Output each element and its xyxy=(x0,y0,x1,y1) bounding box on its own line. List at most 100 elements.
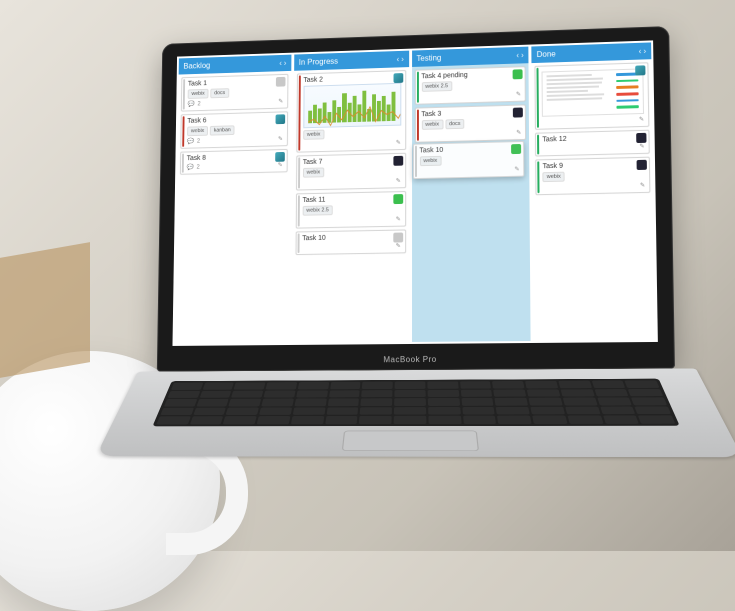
kanban-card[interactable]: Task 7webix xyxy=(296,153,406,191)
edit-icon[interactable] xyxy=(396,139,401,146)
avatar[interactable] xyxy=(393,73,403,83)
avatar[interactable] xyxy=(275,114,285,124)
keyboard-key xyxy=(164,399,197,406)
chevron-right-icon[interactable]: › xyxy=(521,51,524,60)
kanban-card[interactable]: Task 4 pendingwebix 2.5 xyxy=(415,66,527,105)
tag[interactable]: webix 2.5 xyxy=(302,205,332,215)
avatar[interactable] xyxy=(513,69,523,79)
column-body[interactable]: Task 12 Task 9webix xyxy=(532,59,656,341)
chevron-right-icon[interactable]: › xyxy=(401,55,404,64)
chevron-left-icon[interactable]: ‹ xyxy=(397,55,400,64)
avatar[interactable] xyxy=(511,144,521,154)
tag[interactable]: webix xyxy=(543,172,565,182)
kanban-card[interactable]: Task 10 webix xyxy=(413,141,525,179)
kanban-card[interactable]: Task 3webixdocs xyxy=(415,104,527,142)
chevron-left-icon[interactable]: ‹ xyxy=(279,59,282,68)
tag[interactable]: kanban xyxy=(210,125,235,135)
keyboard-key xyxy=(190,416,224,424)
keyboard-key xyxy=(296,390,328,397)
column-body[interactable]: Task 1webixdocs2Task 6webixkanban2Task 8… xyxy=(174,71,291,344)
comment-icon[interactable] xyxy=(188,101,195,108)
keyboard-key xyxy=(160,408,194,416)
edit-icon[interactable] xyxy=(514,166,519,173)
edit-icon[interactable] xyxy=(278,136,283,143)
comment-icon[interactable] xyxy=(187,138,194,145)
kanban-card[interactable]: Task 6webixkanban2 xyxy=(180,111,288,149)
kanban-card[interactable]: Task 82 xyxy=(180,149,288,175)
keyboard-key xyxy=(563,398,598,406)
card-tags: webixdocs xyxy=(421,117,521,130)
chevron-right-icon[interactable]: › xyxy=(643,47,646,56)
tag[interactable]: docs xyxy=(445,119,464,129)
kanban-card[interactable]: Task 12 xyxy=(535,130,649,157)
column-title: Testing xyxy=(416,53,441,63)
tag[interactable]: webix 2.5 xyxy=(421,81,452,92)
tag[interactable]: webix xyxy=(421,120,443,130)
keyboard-key xyxy=(427,390,458,397)
edit-icon[interactable] xyxy=(278,162,283,169)
chart-attachment[interactable] xyxy=(303,83,401,128)
tag[interactable]: webix xyxy=(303,130,324,140)
chevron-right-icon[interactable]: › xyxy=(284,59,287,68)
kanban-card[interactable]: Task 11webix 2.5 xyxy=(296,191,406,229)
avatar[interactable] xyxy=(393,156,403,166)
kanban-card[interactable] xyxy=(535,62,650,130)
card-stripe xyxy=(297,233,299,253)
keyboard-key xyxy=(625,380,660,387)
card-tags: webix xyxy=(543,170,645,182)
tag[interactable]: webix xyxy=(187,126,208,136)
keyboard-deck xyxy=(96,368,735,457)
card-stripe xyxy=(298,157,300,188)
edit-icon[interactable] xyxy=(516,129,521,136)
kanban-card[interactable]: Task 9webix xyxy=(535,157,650,196)
keyboard-key xyxy=(460,389,492,396)
tag[interactable]: webix xyxy=(303,167,324,177)
tag[interactable]: webix xyxy=(419,156,441,166)
comment-icon[interactable] xyxy=(187,164,194,171)
card-title: Task 10 xyxy=(419,145,519,154)
avatar[interactable] xyxy=(393,194,403,204)
avatar[interactable] xyxy=(275,152,285,162)
chevron-left-icon[interactable]: ‹ xyxy=(639,47,642,56)
edit-icon[interactable] xyxy=(396,216,401,223)
card-stripe xyxy=(183,79,185,110)
keyboard-key xyxy=(223,416,257,424)
document-attachment[interactable] xyxy=(542,68,644,116)
keyboard-key xyxy=(298,382,329,389)
keyboard-key xyxy=(560,389,594,397)
kanban-column: Done‹›Task 12Task 9webix xyxy=(532,42,656,341)
avatar[interactable] xyxy=(637,160,647,170)
tag[interactable]: docs xyxy=(210,88,229,98)
column-body[interactable]: Task 2webixTask 7webixTask 11webix 2.5Ta… xyxy=(292,67,409,343)
card-stripe xyxy=(297,195,299,226)
keyboard-key xyxy=(591,381,625,388)
card-stripe xyxy=(538,161,540,193)
edit-icon[interactable] xyxy=(278,98,283,105)
column-body[interactable]: Task 4 pendingwebix 2.5Task 3webixdocsTa… xyxy=(412,63,531,342)
comment-count: 2 xyxy=(197,101,200,107)
edit-icon[interactable] xyxy=(396,242,401,249)
avatar[interactable] xyxy=(636,133,646,143)
card-stripe xyxy=(537,68,539,128)
kanban-card[interactable]: Task 1webixdocs2 xyxy=(181,74,288,112)
edit-icon[interactable] xyxy=(640,182,645,189)
avatar[interactable] xyxy=(635,65,645,75)
card-title: Task 8 xyxy=(187,153,283,162)
tag[interactable]: webix xyxy=(188,89,209,99)
edit-icon[interactable] xyxy=(639,116,644,123)
keyboard-key xyxy=(631,397,667,405)
edit-icon[interactable] xyxy=(516,91,521,98)
edit-icon[interactable] xyxy=(639,143,644,150)
chevron-left-icon[interactable]: ‹ xyxy=(516,51,519,60)
kanban-card[interactable]: Task 2webix xyxy=(296,70,406,153)
keyboard-key xyxy=(558,381,591,388)
card-title: Task 12 xyxy=(542,134,644,144)
edit-icon[interactable] xyxy=(396,177,401,184)
avatar[interactable] xyxy=(393,233,403,243)
kanban-card[interactable]: Task 10 xyxy=(295,230,405,256)
avatar[interactable] xyxy=(276,77,286,87)
avatar[interactable] xyxy=(513,107,523,117)
trackpad xyxy=(342,431,479,452)
keyboard-key xyxy=(527,389,560,397)
keyboard-key xyxy=(529,398,563,406)
